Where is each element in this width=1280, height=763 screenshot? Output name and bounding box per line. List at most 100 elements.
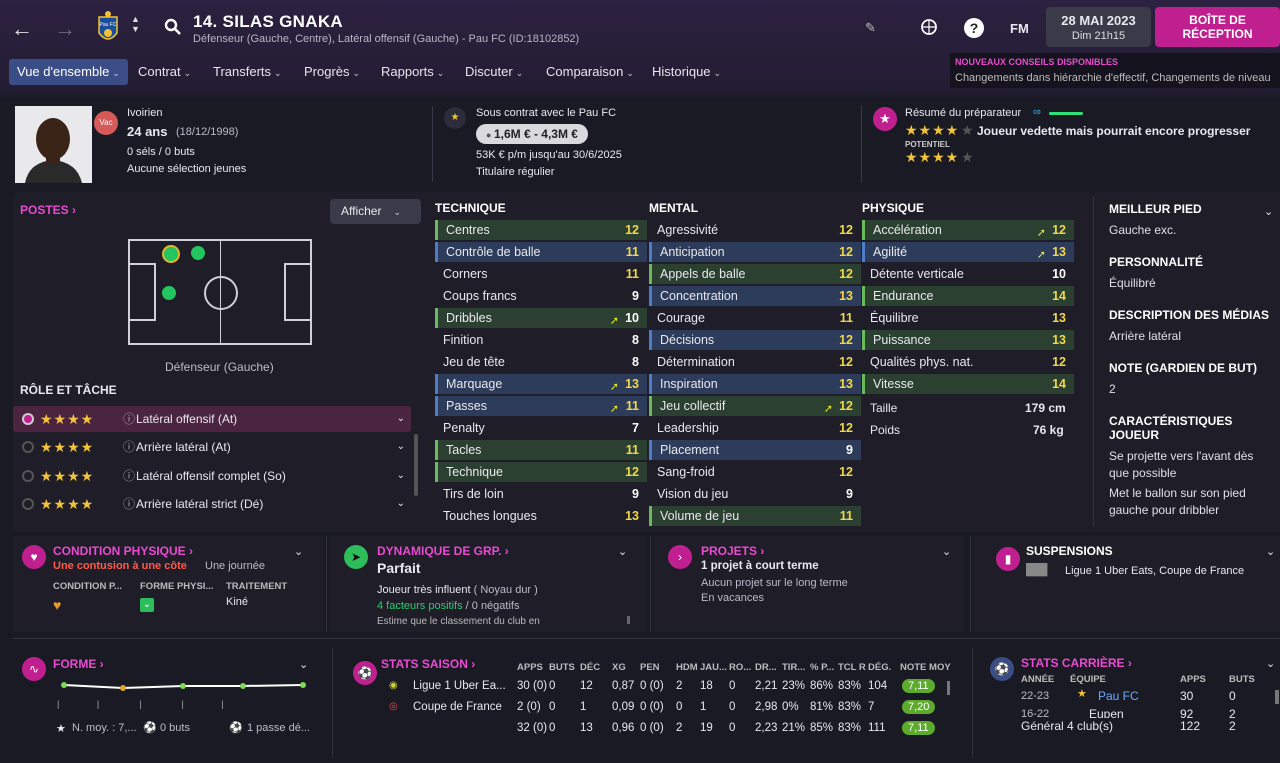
attribute-row[interactable]: Volume de jeu 11 — [649, 506, 861, 526]
attribute-row[interactable]: Finition 8 — [435, 330, 647, 350]
position-dot[interactable] — [191, 246, 205, 260]
competition-name[interactable]: Ligue 1 Uber Ea... — [413, 680, 506, 692]
tab-overview[interactable]: Vue d'ensemble ⌄ — [9, 59, 128, 85]
competition-name[interactable]: Coupe de France — [413, 701, 502, 713]
chevron-down-icon[interactable]: ⌄ — [397, 434, 405, 460]
season-col-header[interactable]: TIR... — [782, 662, 805, 673]
chevron-down-icon[interactable]: ⌄ — [1266, 657, 1275, 670]
tab-discuss[interactable]: Discuter ⌄ — [465, 59, 523, 85]
chevron-down-icon[interactable]: ⌄ — [299, 658, 308, 671]
attribute-row[interactable]: Détente verticale 10 — [862, 264, 1074, 284]
season-col-header[interactable]: NOTE MOY — [900, 662, 951, 673]
dynamics-scrollbar[interactable] — [627, 616, 630, 624]
player-switch-icon[interactable]: ▲ ▼ — [131, 14, 140, 34]
attribute-row[interactable]: Jeu de tête 8 — [435, 352, 647, 372]
season-col-header[interactable]: XG — [612, 662, 626, 673]
inbox-button[interactable]: BOÎTE DE RÉCEPTION — [1155, 7, 1280, 47]
season-col-header[interactable]: APPS — [517, 662, 543, 673]
attribute-row[interactable]: Touches longues 13 — [435, 506, 647, 526]
attribute-row[interactable]: Centres 12 — [435, 220, 647, 240]
chevron-down-icon[interactable]: ⌄ — [618, 545, 627, 558]
show-dropdown[interactable]: Afficher ⌄ — [330, 199, 421, 224]
tab-history[interactable]: Historique ⌄ — [652, 59, 721, 85]
attribute-row[interactable]: Marquage 13 ➚ — [435, 374, 647, 394]
edit-pencil-icon[interactable]: ✎ — [865, 20, 876, 36]
chevron-down-icon[interactable]: ⌄ — [942, 545, 951, 558]
search-icon[interactable] — [164, 18, 182, 36]
attribute-row[interactable]: Passes 11 ➚ — [435, 396, 647, 416]
date-display[interactable]: 28 MAI 2023 Dim 21h15 — [1046, 7, 1151, 47]
positions-title[interactable]: POSTES › — [20, 203, 76, 217]
chevron-down-icon[interactable]: ⌄ — [397, 491, 405, 517]
season-col-header[interactable]: DÉG. — [868, 662, 891, 673]
attribute-row[interactable]: Jeu collectif 12 ➚ — [649, 396, 861, 416]
roles-scrollbar[interactable] — [414, 434, 418, 496]
attribute-row[interactable]: Contrôle de balle 11 — [435, 242, 647, 262]
chevron-down-icon[interactable]: ⌄ — [397, 463, 405, 489]
attribute-row[interactable]: Leadership 12 — [649, 418, 861, 438]
attribute-row[interactable]: Technique 12 — [435, 462, 647, 482]
dynamics-title[interactable]: DYNAMIQUE DE GRP. › — [377, 544, 509, 558]
attribute-row[interactable]: Penalty 7 — [435, 418, 647, 438]
help-icon[interactable]: ? — [964, 18, 984, 38]
season-col-header[interactable]: HDM — [676, 662, 698, 673]
role-row[interactable]: ★★★★ ⓘ Arrière latéral strict (Dé) ⌄ — [13, 491, 411, 517]
career-scrollbar[interactable] — [1275, 690, 1279, 704]
chevron-down-icon[interactable]: ⌄ — [1264, 205, 1273, 218]
attribute-row[interactable]: Appels de balle 12 — [649, 264, 861, 284]
tab-comparison[interactable]: Comparaison ⌄ — [546, 59, 634, 85]
season-col-header[interactable]: % P... — [810, 662, 834, 673]
attribute-row[interactable]: Détermination 12 — [649, 352, 861, 372]
form-title[interactable]: FORME › — [53, 657, 104, 671]
chevron-down-icon[interactable]: ⌄ — [1266, 545, 1275, 558]
position-dot-primary[interactable] — [162, 245, 180, 263]
attribute-row[interactable]: Accélération 12 ➚ — [862, 220, 1074, 240]
season-col-header[interactable]: DÉC — [580, 662, 600, 673]
attribute-row[interactable]: Inspiration 13 — [649, 374, 861, 394]
attribute-row[interactable]: Sang-froid 12 — [649, 462, 861, 482]
position-dot[interactable] — [162, 286, 176, 300]
new-advice-notice[interactable]: NOUVEAUX CONSEILS DISPONIBLES Changement… — [950, 53, 1280, 88]
chevron-down-icon[interactable]: ⌄ — [397, 406, 405, 432]
attribute-row[interactable]: Coups francs 9 — [435, 286, 647, 306]
season-col-header[interactable]: DR... — [755, 662, 777, 673]
attribute-row[interactable]: Placement 9 — [649, 440, 861, 460]
role-row[interactable]: ★★★★ ⓘ Latéral offensif complet (So) ⌄ — [13, 463, 411, 489]
attribute-row[interactable]: Courage 11 — [649, 308, 861, 328]
attribute-row[interactable]: Corners 11 — [435, 264, 647, 284]
attribute-row[interactable]: Agressivité 12 — [649, 220, 861, 240]
back-arrow-icon[interactable]: ← — [11, 16, 33, 42]
season-col-header[interactable]: TCL R — [838, 662, 866, 673]
attribute-row[interactable]: Endurance 14 — [862, 286, 1074, 306]
career-stats-title[interactable]: STATS CARRIÈRE › — [1021, 656, 1132, 670]
season-col-header[interactable]: BUTS — [549, 662, 575, 673]
chevron-down-icon[interactable]: ⌄ — [294, 545, 303, 558]
link-icon[interactable]: ∞ — [1033, 106, 1041, 118]
tab-progress[interactable]: Progrès ⌄ — [304, 59, 360, 85]
role-row[interactable]: ★★★★ ⓘ Latéral offensif (At) ⌄ — [13, 406, 411, 432]
season-col-header[interactable]: JAU... — [700, 662, 727, 673]
tab-contract[interactable]: Contrat ⌄ — [138, 59, 191, 85]
attribute-row[interactable]: Tirs de loin 9 — [435, 484, 647, 504]
condition-title[interactable]: CONDITION PHYSIQUE › — [53, 544, 193, 558]
attribute-row[interactable]: Décisions 12 — [649, 330, 861, 350]
tab-transfers[interactable]: Transferts ⌄ — [213, 59, 282, 85]
attribute-row[interactable]: Qualités phys. nat. 12 — [862, 352, 1074, 372]
career-team-link[interactable]: Pau FC — [1098, 689, 1139, 703]
tab-reports[interactable]: Rapports ⌄ — [381, 59, 444, 85]
club-crest-icon[interactable]: Pau FC — [95, 9, 121, 47]
attribute-row[interactable]: Vitesse 14 — [862, 374, 1074, 394]
attribute-row[interactable]: Dribbles 10 ➚ — [435, 308, 647, 328]
attribute-row[interactable]: Agilité 13 ➚ — [862, 242, 1074, 262]
season-col-header[interactable]: RO... — [729, 662, 751, 673]
role-row[interactable]: ★★★★ ⓘ Arrière latéral (At) ⌄ — [13, 434, 411, 460]
forward-arrow-icon[interactable]: → — [54, 16, 76, 42]
attribute-row[interactable]: Concentration 13 — [649, 286, 861, 306]
attribute-row[interactable]: Vision du jeu 9 — [649, 484, 861, 504]
attribute-row[interactable]: Puissance 13 — [862, 330, 1074, 350]
season-scrollbar[interactable] — [947, 681, 950, 695]
globe-icon[interactable] — [920, 18, 938, 36]
fm-menu-button[interactable]: FM — [1010, 21, 1029, 36]
attribute-row[interactable]: Tacles 11 — [435, 440, 647, 460]
attribute-row[interactable]: Anticipation 12 — [649, 242, 861, 262]
